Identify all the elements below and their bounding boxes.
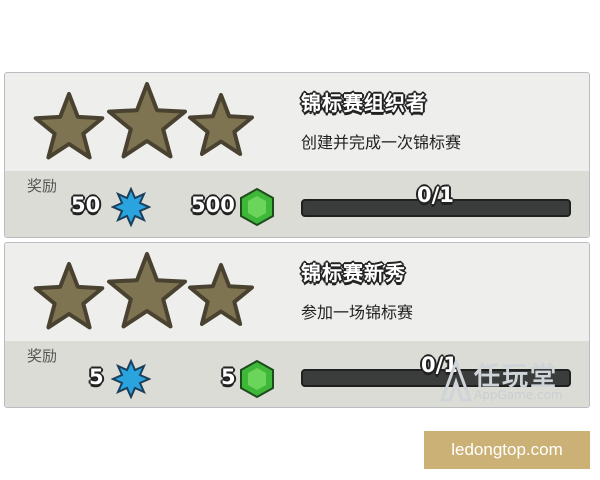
star-rating [33,252,254,330]
progress-text: 0/1 [417,183,454,207]
gem-reward-value: 500 [191,193,235,217]
gem-icon [240,187,274,227]
star-icon [33,262,105,330]
gem-reward-value: 5 [221,365,236,389]
xp-reward-value: 50 [71,193,101,217]
star-icon [107,252,187,329]
star-icon [107,82,187,159]
xp-reward-value: 5 [89,365,104,389]
achievement-description: 参加一场锦标赛 [301,303,414,322]
watermark-site: AppGame.com [474,388,563,402]
watermark: 任玩堂 AppGame.com [440,356,596,408]
achievement-card: 锦标赛组织者 创建并完成一次锦标赛 奖励 50 500 0/1 [4,72,590,238]
achievement-description: 创建并完成一次锦标赛 [301,133,462,152]
achievement-title: 锦标赛新秀 [301,261,406,285]
star-icon [188,93,254,156]
star-rating [33,82,254,160]
xp-star-icon [111,187,151,227]
star-icon [33,92,105,160]
site-label[interactable]: ledongtop.com [424,431,590,469]
star-icon [188,263,254,326]
xp-star-icon [111,359,151,399]
reward-label: 奖励 [27,347,58,365]
reward-label: 奖励 [27,177,58,195]
achievement-title: 锦标赛组织者 [301,91,427,115]
gem-icon [240,359,274,399]
watermark-logo-icon [440,360,472,402]
